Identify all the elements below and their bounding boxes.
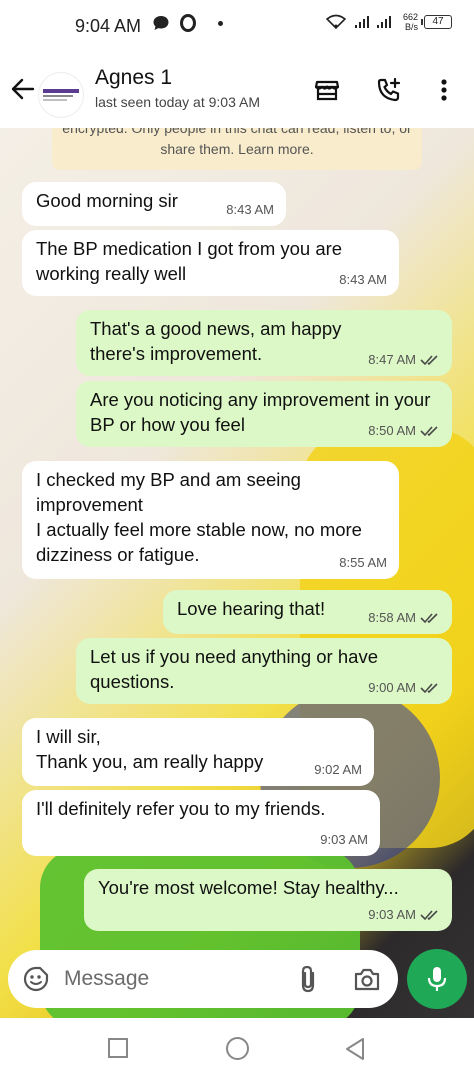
emoji-icon[interactable] <box>22 965 50 993</box>
message-time: 8:55 AM <box>339 550 387 575</box>
message-time: 8:47 AM <box>368 347 440 372</box>
message-bubble-incoming[interactable]: The BP medication I got from you are wor… <box>22 230 399 296</box>
opera-icon <box>180 14 196 32</box>
more-vert-icon[interactable] <box>436 76 464 104</box>
mic-icon <box>427 967 447 991</box>
message-time: 9:03 AM <box>320 827 368 852</box>
avatar-logo-line <box>43 95 73 97</box>
status-time: 9:04 AM <box>75 16 142 36</box>
message-time: 8:58 AM <box>368 605 440 630</box>
read-ticks-icon <box>420 425 438 436</box>
message-text: I will sir, Thank you, am really happy <box>36 726 264 772</box>
read-ticks-icon <box>420 909 438 920</box>
network-speed-unit: B/s <box>404 22 418 32</box>
message-bubble-outgoing[interactable]: You're most welcome! Stay healthy... 9:0… <box>84 869 452 931</box>
system-nav-bar <box>0 1018 474 1080</box>
message-time-label: 8:43 AM <box>339 272 387 287</box>
message-composer <box>8 950 398 1008</box>
message-time: 8:43 AM <box>339 267 387 292</box>
message-input[interactable] <box>64 964 284 994</box>
avatar-logo-bar <box>43 89 79 93</box>
message-time: 9:00 AM <box>368 675 440 700</box>
message-text: I'll definitely refer you to my friends. <box>36 798 326 819</box>
recents-icon[interactable] <box>108 1038 128 1058</box>
network-speed: 662 B/s <box>403 12 418 32</box>
message-bubble-outgoing[interactable]: Let us if you need anything or have ques… <box>76 638 452 704</box>
more-notifications-dot-icon <box>218 20 223 26</box>
last-seen-status[interactable]: last seen today at 9:03 AM <box>95 94 260 110</box>
message-time-label: 8:43 AM <box>226 202 274 217</box>
message-bubble-outgoing[interactable]: Love hearing that! 8:58 AM <box>163 590 452 634</box>
chat-notification-icon <box>153 16 169 30</box>
status-right-icons: 662 B/s 47 <box>325 12 452 32</box>
store-icon[interactable] <box>313 76 341 104</box>
read-ticks-icon <box>420 612 438 623</box>
read-ticks-icon <box>420 682 438 693</box>
message-time: 9:02 AM <box>314 757 362 782</box>
message-time-label: 9:03 AM <box>368 907 416 922</box>
message-time: 8:50 AM <box>368 418 440 443</box>
message-text: Good morning sir <box>36 190 178 211</box>
read-ticks-icon <box>420 354 438 365</box>
wifi-icon <box>325 14 347 30</box>
message-time-label: 9:02 AM <box>314 762 362 777</box>
paperclip-icon[interactable] <box>294 964 322 994</box>
avatar-logo-line <box>43 99 67 101</box>
camera-icon[interactable] <box>352 965 382 993</box>
battery-level: 47 <box>432 16 444 27</box>
message-bubble-incoming[interactable]: I'll definitely refer you to my friends.… <box>22 790 380 856</box>
home-icon[interactable] <box>226 1037 249 1060</box>
message-time: 9:03 AM <box>368 902 440 927</box>
message-time-label: 8:47 AM <box>368 352 416 367</box>
message-time-label: 9:03 AM <box>320 832 368 847</box>
message-bubble-outgoing[interactable]: Are you noticing any improvement in your… <box>76 381 452 447</box>
status-bar: 9:04 AM 662 B/s 47 <box>0 0 474 54</box>
message-time-label: 9:00 AM <box>368 680 416 695</box>
encryption-notice-text: encrypted. Only people in this chat can … <box>62 128 412 157</box>
status-notification-icons <box>152 14 223 32</box>
message-time-label: 8:50 AM <box>368 423 416 438</box>
message-bubble-incoming[interactable]: Good morning sir 8:43 AM <box>22 182 286 226</box>
message-text: You're most welcome! Stay healthy... <box>98 877 399 898</box>
contact-name[interactable]: Agnes 1 <box>95 66 172 90</box>
message-bubble-incoming[interactable]: I will sir, Thank you, am really happy 9… <box>22 718 374 786</box>
message-time: 8:43 AM <box>226 197 274 222</box>
message-time-label: 8:58 AM <box>368 610 416 625</box>
back-arrow-icon[interactable] <box>10 76 36 102</box>
network-speed-value: 662 <box>402 12 418 22</box>
nav-back-icon[interactable] <box>344 1037 366 1061</box>
chat-header: Agnes 1 last seen today at 9:03 AM <box>0 54 474 128</box>
encryption-notice[interactable]: encrypted. Only people in this chat can … <box>52 128 422 170</box>
signal-icon <box>354 16 391 28</box>
message-text: I checked my BP and am seeing improvemen… <box>36 469 362 565</box>
contact-avatar[interactable] <box>38 72 84 118</box>
message-text: That's a good news, am happy there's imp… <box>90 318 342 364</box>
add-call-icon[interactable] <box>375 76 403 104</box>
message-bubble-outgoing[interactable]: That's a good news, am happy there's imp… <box>76 310 452 376</box>
message-time-label: 8:55 AM <box>339 555 387 570</box>
message-bubble-incoming[interactable]: I checked my BP and am seeing improvemen… <box>22 461 399 579</box>
chat-area[interactable]: encrypted. Only people in this chat can … <box>0 128 474 1018</box>
battery-icon: 47 <box>421 15 452 29</box>
message-text: Love hearing that! <box>177 598 326 619</box>
mic-button[interactable] <box>407 949 467 1009</box>
